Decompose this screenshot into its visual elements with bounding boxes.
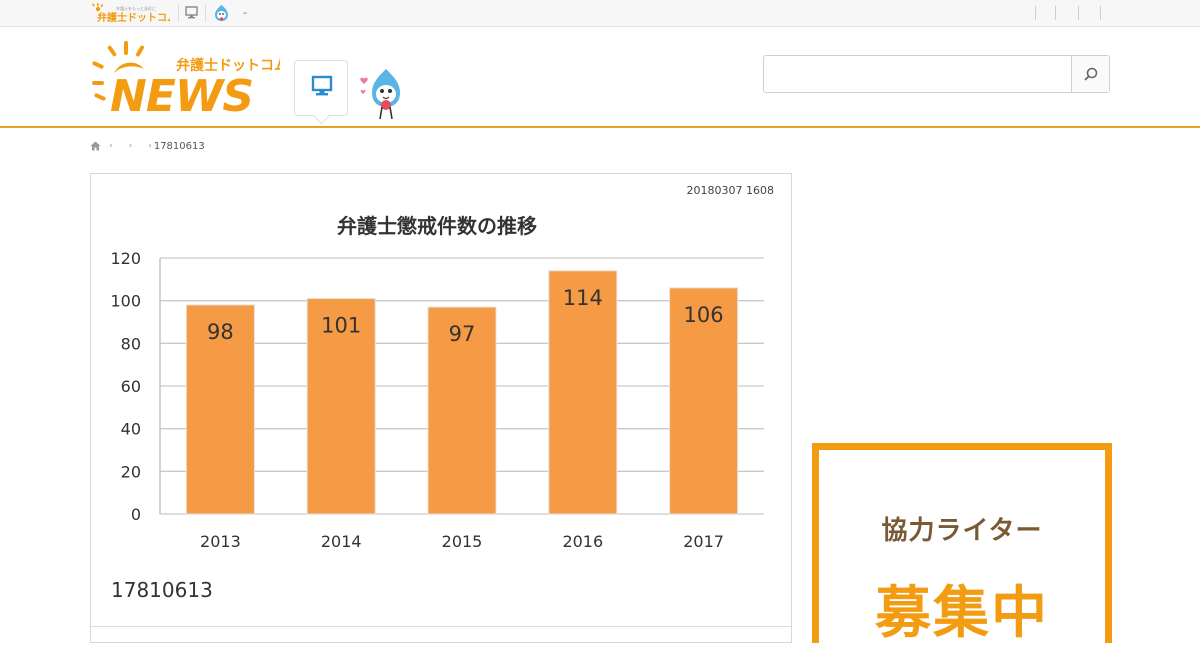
mini-site-logo[interactable]: 弁護士をもっと身近に 弁護士ドットコム bbox=[90, 3, 170, 24]
discipline-bar-chart: 弁護士懲戒件数の推移 0 20 40 60 80 100 120 98 2013 101 2014 9… bbox=[110, 214, 764, 551]
mascot-character[interactable] bbox=[358, 65, 408, 121]
topbar-divider bbox=[205, 4, 206, 22]
x-tick-label: 2014 bbox=[321, 532, 362, 551]
search-icon bbox=[1084, 67, 1098, 81]
breadcrumb-chevron-icon: › bbox=[109, 141, 113, 151]
breadcrumb-current: 17810613 bbox=[153, 140, 205, 152]
breadcrumb: › › › 17810613 bbox=[90, 139, 205, 153]
y-tick-label: 20 bbox=[121, 462, 141, 481]
site-logo[interactable]: 弁護士ドットコム NEWS bbox=[90, 39, 280, 115]
topbar-link-divider bbox=[1035, 6, 1036, 20]
breadcrumb-chevron-icon: › bbox=[148, 141, 152, 151]
home-icon[interactable] bbox=[90, 141, 101, 151]
x-tick-label: 2016 bbox=[562, 532, 603, 551]
heart-icon bbox=[360, 89, 366, 94]
x-tick-label: 2013 bbox=[200, 532, 241, 551]
bar-value-label: 97 bbox=[449, 322, 476, 346]
mini-logo-tagline: 弁護士をもっと身近に bbox=[116, 5, 156, 11]
mascot-mini-icon[interactable] bbox=[213, 4, 230, 23]
card-divider bbox=[91, 626, 791, 627]
pc-site-tab[interactable] bbox=[294, 60, 348, 116]
search-box bbox=[763, 55, 1110, 93]
search-button[interactable] bbox=[1071, 56, 1109, 92]
writer-recruitment-banner[interactable]: 協力ライター 募集中 bbox=[812, 443, 1112, 646]
site-header: 弁護士ドットコム NEWS bbox=[0, 27, 1200, 128]
banner-line-writer: 協力ライター bbox=[881, 516, 1043, 546]
bar-value-label: 101 bbox=[321, 314, 361, 338]
y-tick-label: 100 bbox=[110, 292, 141, 311]
y-tick-label: 120 bbox=[110, 249, 141, 268]
topbar-link-divider bbox=[1078, 6, 1079, 20]
x-tick-label: 2017 bbox=[683, 532, 724, 551]
topbar-link-divider bbox=[1100, 6, 1101, 20]
bar-value-label: 114 bbox=[563, 286, 603, 310]
banner-line-recruiting: 募集中 bbox=[875, 581, 1049, 646]
bar-value-label: 106 bbox=[684, 303, 724, 327]
bar-value-label: 98 bbox=[207, 320, 234, 344]
topbar-link-divider bbox=[1055, 6, 1056, 20]
y-tick-label: 60 bbox=[121, 377, 141, 396]
monitor-icon bbox=[311, 75, 333, 96]
logo-main-text: NEWS bbox=[110, 71, 253, 115]
article-image-card: 20180307 1608 弁護士懲戒件数の推移 0 20 40 60 80 100 120… bbox=[90, 173, 792, 643]
y-tick-label: 0 bbox=[131, 505, 141, 524]
breadcrumb-chevron-icon: › bbox=[128, 141, 133, 151]
mini-logo-text: 弁護士ドットコム bbox=[97, 11, 170, 24]
search-input[interactable] bbox=[764, 56, 1072, 92]
article-date: 20180307 1608 bbox=[686, 184, 774, 197]
monitor-icon[interactable] bbox=[185, 6, 198, 19]
y-tick-label: 80 bbox=[121, 334, 141, 353]
topbar-separator-text: - bbox=[243, 6, 247, 19]
article-image-caption: 17810613 bbox=[111, 578, 213, 602]
heart-icon bbox=[360, 77, 368, 84]
x-tick-label: 2015 bbox=[442, 532, 483, 551]
top-utility-bar: 弁護士をもっと身近に 弁護士ドットコム - bbox=[0, 0, 1200, 27]
y-tick-label: 40 bbox=[121, 420, 141, 439]
topbar-divider bbox=[178, 4, 179, 22]
chart-title: 弁護士懲戒件数の推移 bbox=[337, 214, 537, 238]
